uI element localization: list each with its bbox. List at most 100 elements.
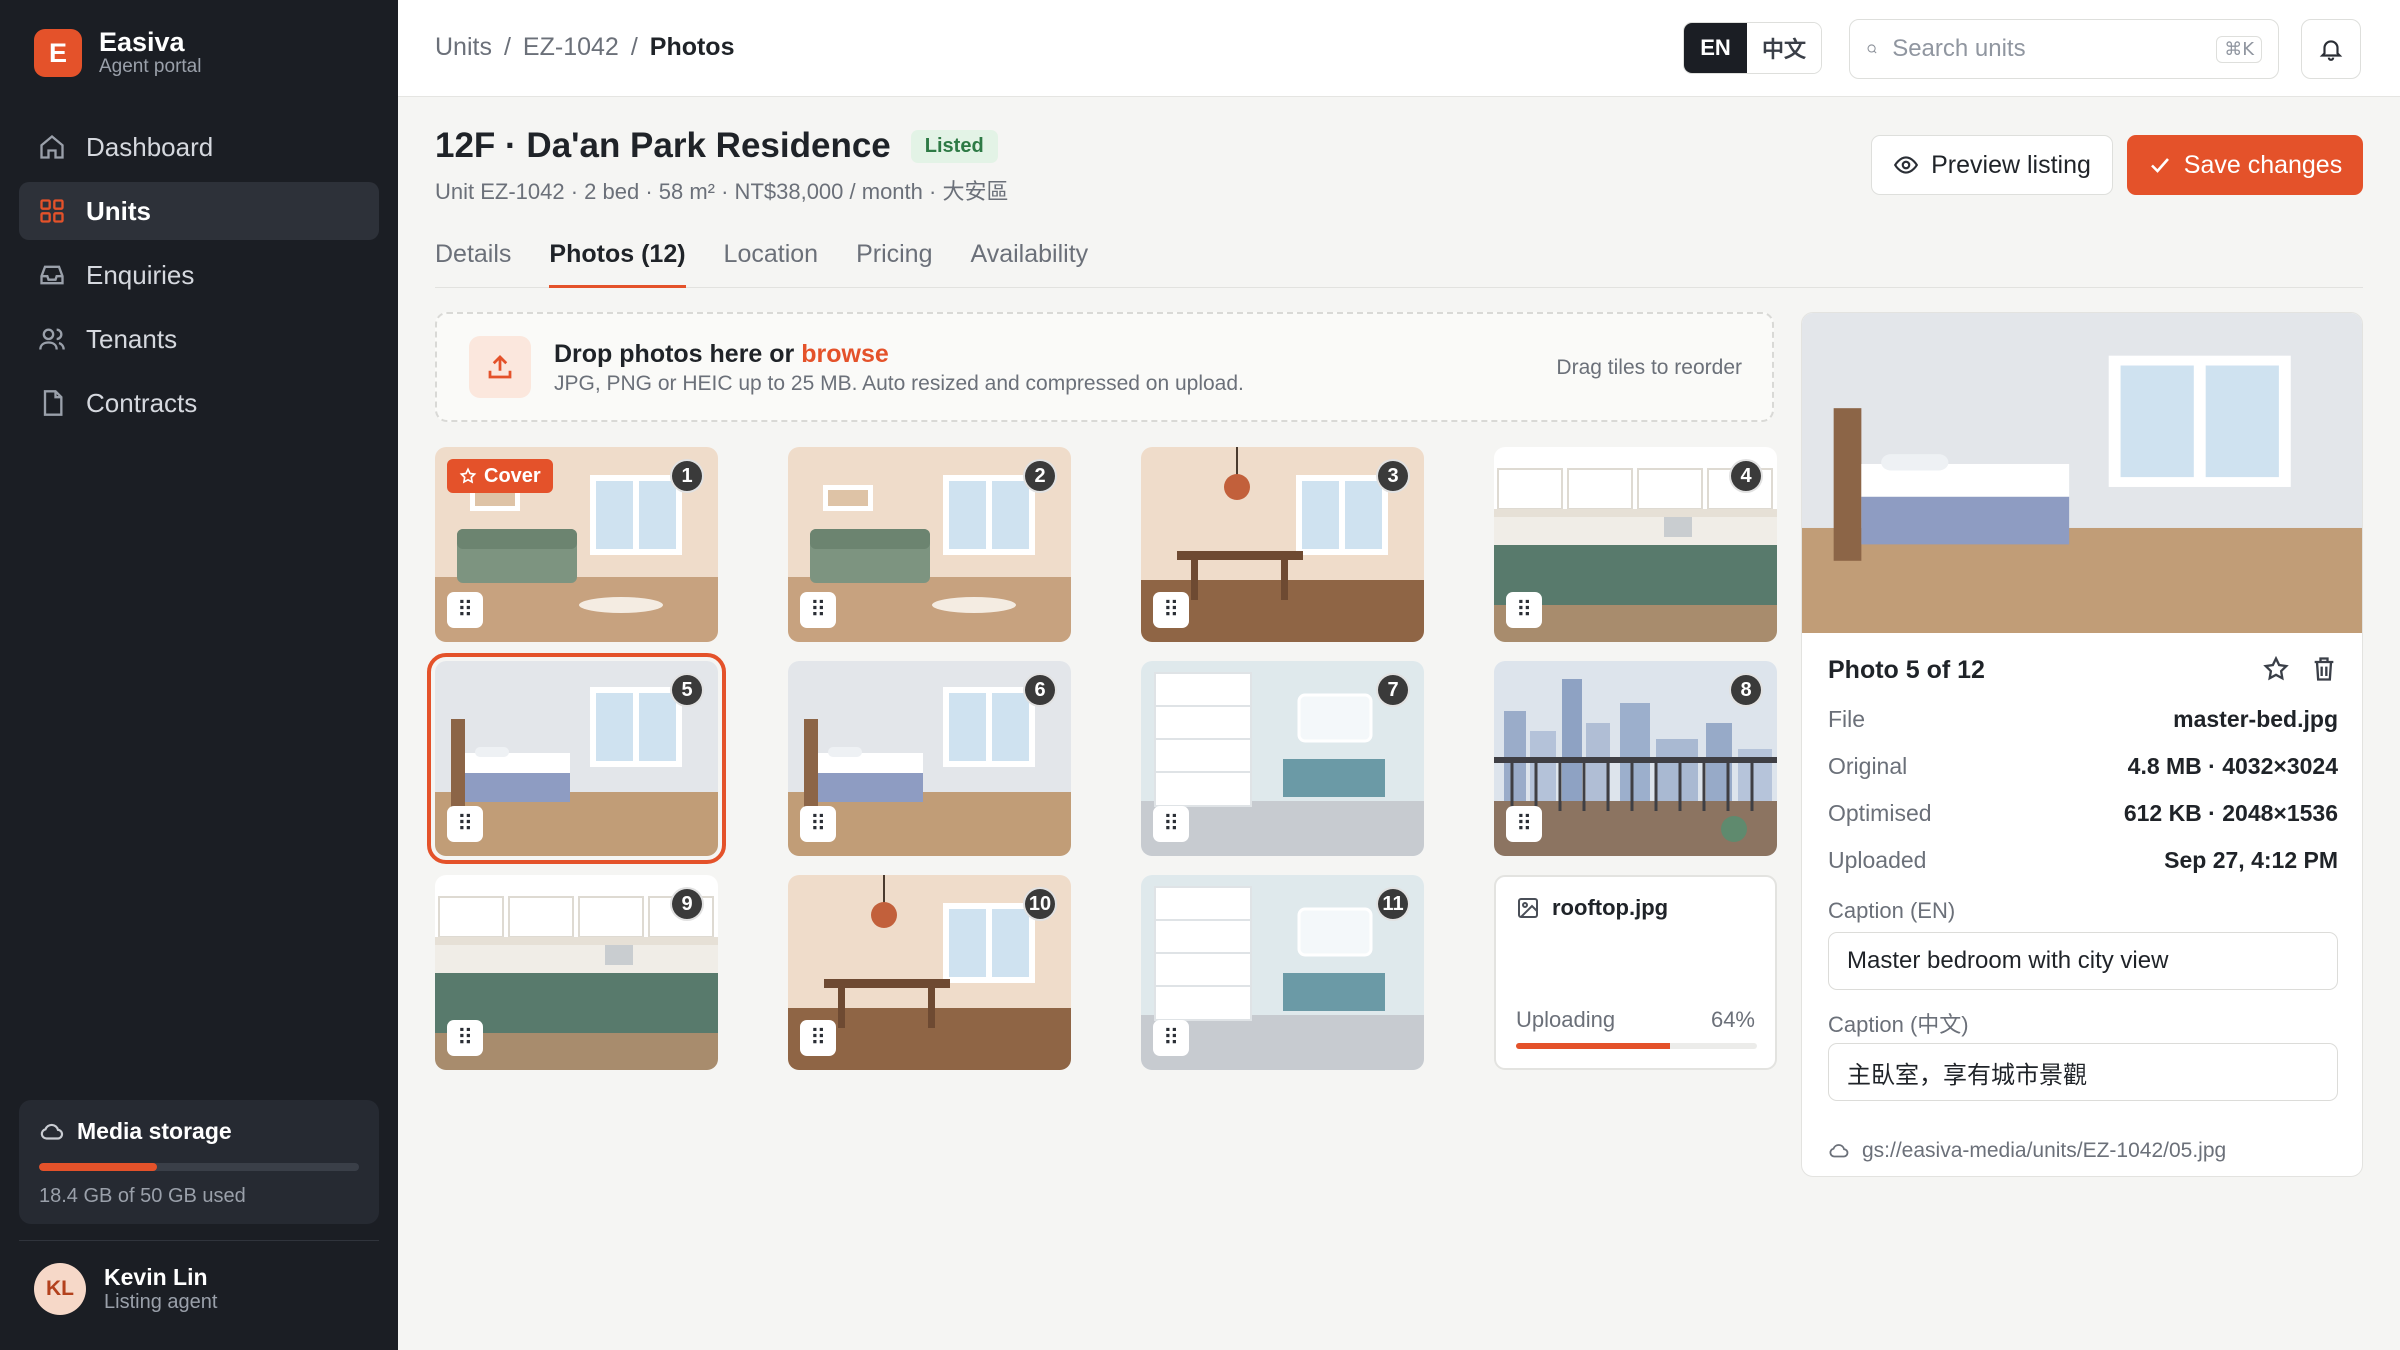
drag-handle-icon[interactable]: ⠿ <box>1153 1020 1189 1056</box>
sidebar-item-units[interactable]: Units <box>19 182 379 240</box>
brand[interactable]: E Easiva Agent portal <box>34 28 201 78</box>
lang-en-button[interactable]: EN <box>1684 23 1747 73</box>
sidebar-item-label: Units <box>86 195 151 226</box>
preview-listing-button[interactable]: Preview listing <box>1871 135 2113 195</box>
user-name: Kevin Lin <box>104 1264 208 1290</box>
sidebar-item-label: Dashboard <box>86 131 214 162</box>
cloud-icon <box>40 1123 64 1140</box>
sidebar-nav: Dashboard Units Enquiries Tenants Contra… <box>19 118 379 438</box>
photo-tile[interactable]: 11 ⠿ <box>1141 875 1424 1070</box>
drag-handle-icon[interactable]: ⠿ <box>800 1020 836 1056</box>
storage-progress <box>39 1163 359 1171</box>
tab-pricing[interactable]: Pricing <box>856 238 932 288</box>
inbox-icon <box>40 265 64 285</box>
meta-value: 612 KB · 2048×1536 <box>2123 800 2338 826</box>
save-changes-button[interactable]: Save changes <box>2127 135 2363 195</box>
meta-row-uploaded: Uploaded Sep 27, 4:12 PM <box>1828 847 2338 874</box>
meta-value: 4.8 MB · 4032×3024 <box>2127 753 2338 779</box>
photo-tile[interactable]: 2 ⠿ <box>788 447 1071 642</box>
trash-icon[interactable] <box>2310 655 2338 683</box>
photo-tile[interactable]: 10 ⠿ <box>788 875 1071 1070</box>
status-badge: Listed <box>910 129 998 163</box>
caption-zh-field[interactable] <box>1828 1043 2338 1101</box>
selected-photo-preview[interactable] <box>1802 313 2362 633</box>
meta-row-optimised: Optimised 612 KB · 2048×1536 <box>1828 800 2338 827</box>
user-profile[interactable]: KL Kevin Lin Listing agent <box>34 1263 217 1315</box>
tab-photos[interactable]: Photos (12) <box>549 238 686 288</box>
drag-handle-icon[interactable]: ⠿ <box>447 592 483 628</box>
drag-handle-icon[interactable]: ⠿ <box>1506 806 1542 842</box>
sidebar-item-dashboard[interactable]: Dashboard <box>19 118 379 176</box>
sidebar-item-label: Enquiries <box>86 259 195 290</box>
star-icon <box>459 467 477 484</box>
upload-percent: 64% <box>1710 1007 1755 1032</box>
page-title-row: 12F · Da'an Park Residence Listed <box>435 126 998 166</box>
search-icon <box>1867 44 1877 54</box>
drag-handle-icon[interactable]: ⠿ <box>447 1020 483 1056</box>
photo-tile[interactable]: 8 ⠿ <box>1494 661 1777 856</box>
photo-number-badge: 2 <box>1023 459 1057 493</box>
sidebar-item-contracts[interactable]: Contracts <box>19 374 379 432</box>
unit-summary: Unit EZ-1042 · 2 bed · 58 m² · NT$38,000… <box>435 179 1009 204</box>
drag-handle-icon[interactable]: ⠿ <box>1153 592 1189 628</box>
sidebar-item-enquiries[interactable]: Enquiries <box>19 246 379 304</box>
tab-availability[interactable]: Availability <box>971 238 1089 288</box>
eye-icon <box>1894 156 1919 174</box>
sidebar-item-label: Contracts <box>86 387 198 418</box>
tab-location[interactable]: Location <box>724 238 819 288</box>
tab-details[interactable]: Details <box>435 238 511 288</box>
media-storage-card: Media storage 18.4 GB of 50 GB used <box>19 1100 379 1224</box>
photo-tile[interactable]: 9 ⠿ <box>435 875 718 1070</box>
browse-link[interactable]: browse <box>801 340 889 368</box>
breadcrumb-unit[interactable]: EZ-1042 <box>523 33 619 62</box>
photo-dropzone[interactable]: Drop photos here or browse JPG, PNG or H… <box>435 312 1774 422</box>
notifications-button[interactable] <box>2301 19 2361 79</box>
drag-handle-icon[interactable]: ⠿ <box>800 592 836 628</box>
dropzone-title-text: Drop photos here or <box>554 340 802 368</box>
caption-en-field[interactable] <box>1828 932 2338 990</box>
photo-number-badge: 3 <box>1376 459 1410 493</box>
storage-used-text: 18.4 GB of 50 GB used <box>39 1185 246 1207</box>
cloud-icon <box>1829 1144 1849 1158</box>
upload-progress-fill <box>1516 1043 1671 1049</box>
bell-icon <box>2319 40 2343 61</box>
star-icon[interactable] <box>2262 655 2290 683</box>
photo-number-badge: 10 <box>1023 887 1057 921</box>
upload-status-label: Uploading <box>1516 1007 1616 1032</box>
upload-progress <box>1516 1043 1757 1049</box>
drag-handle-icon[interactable]: ⠿ <box>800 806 836 842</box>
meta-value: master-bed.jpg <box>2173 706 2338 732</box>
storage-path-text[interactable]: gs://easiva-media/units/EZ-1042/05.jpg <box>1862 1139 2226 1163</box>
breadcrumb-units[interactable]: Units <box>435 33 492 62</box>
drag-handle-icon[interactable]: ⠿ <box>1153 806 1189 842</box>
breadcrumb-separator: / <box>630 33 638 61</box>
dropzone-subtitle: JPG, PNG or HEIC up to 25 MB. Auto resiz… <box>554 372 1244 395</box>
breadcrumb-separator: / <box>503 33 511 61</box>
photo-number-badge: 8 <box>1729 673 1763 707</box>
photo-tile[interactable]: 7 ⠿ <box>1141 661 1424 856</box>
meta-key: Optimised <box>1828 800 1932 826</box>
search-input[interactable] <box>1892 35 2203 63</box>
photo-tile[interactable]: 3 ⠿ <box>1141 447 1424 642</box>
user-role: Listing agent <box>104 1291 218 1313</box>
lang-zh-button[interactable]: 中文 <box>1747 23 1821 73</box>
users-icon <box>39 328 65 350</box>
meta-key: Uploaded <box>1828 847 1927 873</box>
breadcrumb-current: Photos <box>649 33 735 61</box>
uploading-tile: rooftop.jpg Uploading 64% <box>1494 875 1777 1070</box>
photo-tile[interactable]: 4 ⠿ <box>1494 447 1777 642</box>
photo-number-badge: 5 <box>670 673 704 707</box>
home-icon <box>40 134 64 159</box>
photo-tile[interactable]: 6 ⠿ <box>788 661 1071 856</box>
photo-position-title: Photo 5 of 12 <box>1828 656 1985 684</box>
drag-handle-icon[interactable]: ⠿ <box>1506 592 1542 628</box>
photo-number-badge: 6 <box>1023 673 1057 707</box>
photo-tile[interactable]: Cover 1 ⠿ <box>435 447 718 642</box>
drag-handle-icon[interactable]: ⠿ <box>447 806 483 842</box>
sidebar-item-tenants[interactable]: Tenants <box>19 310 379 368</box>
check-icon <box>2150 158 2169 173</box>
brand-logo: E <box>34 29 82 77</box>
upload-file-name-row: rooftop.jpg <box>1516 895 1668 921</box>
unit-tabs: Details Photos (12) Location Pricing Ava… <box>435 238 2363 288</box>
photo-tile[interactable]: 5 ⠿ <box>427 653 726 864</box>
